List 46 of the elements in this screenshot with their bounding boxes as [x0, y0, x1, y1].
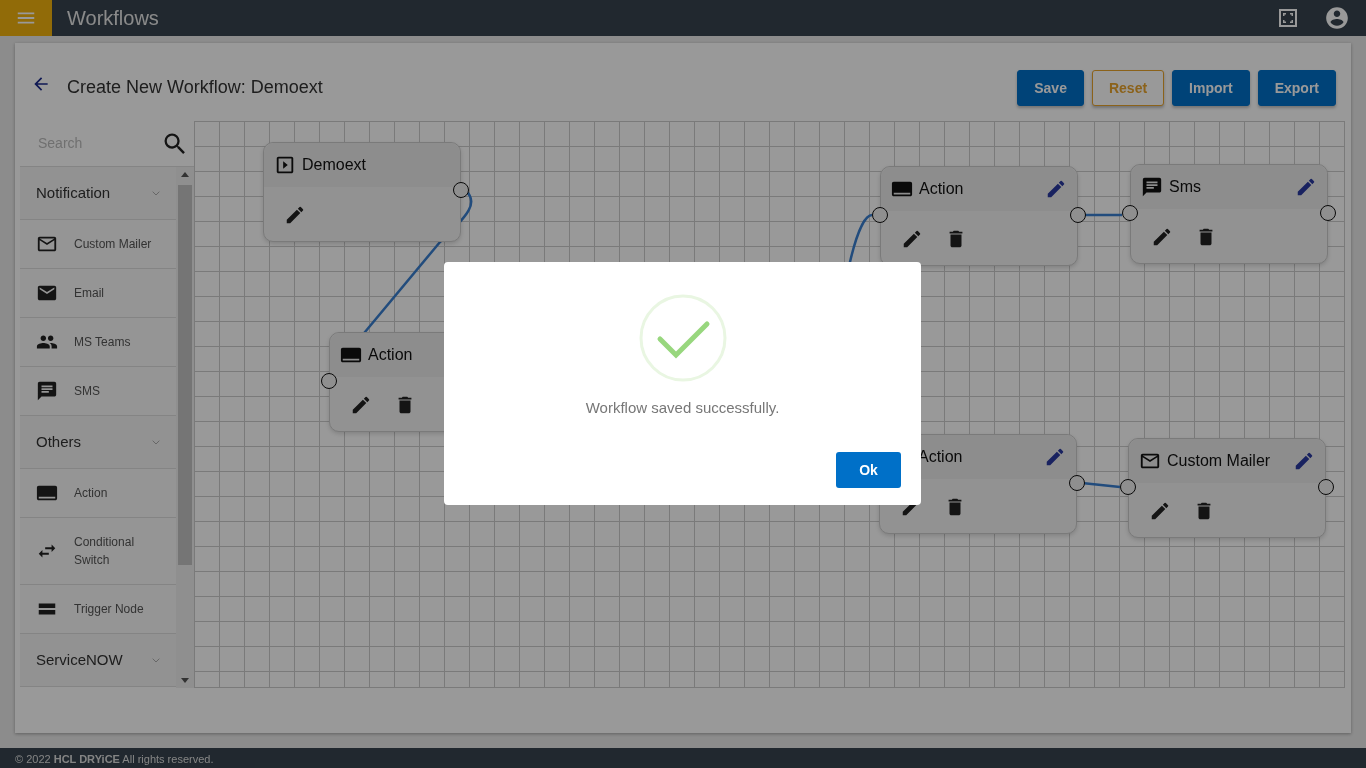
node-title: Demoext — [302, 155, 368, 175]
toolbar-button[interactable]: Import — [1172, 70, 1250, 106]
connection-port[interactable] — [1070, 207, 1086, 223]
checkmark-icon — [637, 293, 728, 383]
palette-item[interactable]: Action — [20, 469, 176, 518]
scrollbar[interactable] — [176, 167, 194, 688]
page-title: Create New Workflow: Demoext — [67, 76, 323, 99]
play-icon — [274, 154, 296, 176]
connection-port[interactable] — [1320, 205, 1336, 221]
connection-port[interactable] — [1318, 479, 1334, 495]
connection-port[interactable] — [453, 182, 469, 198]
palette-item[interactable]: Conditional Switch — [20, 518, 176, 585]
chat-icon — [36, 380, 58, 402]
dialog-message: Workflow saved successfully. — [585, 398, 780, 418]
palette-group[interactable]: Others — [20, 416, 176, 469]
app-title: Workflows — [67, 6, 159, 31]
palette-group[interactable]: ServiceNOW — [20, 634, 176, 687]
connector-line — [1083, 213, 1122, 217]
workflow-node[interactable]: Action — [880, 166, 1078, 266]
toolbar-button[interactable]: Save — [1017, 70, 1084, 106]
workflow-node[interactable]: Demoext — [263, 142, 461, 242]
node-title: Action — [368, 345, 414, 365]
connection-port[interactable] — [872, 207, 888, 223]
palette-item[interactable]: SMS — [20, 367, 176, 416]
fullscreen-icon — [1276, 6, 1300, 30]
fullscreen-button[interactable] — [1276, 6, 1300, 30]
connection-port[interactable] — [1069, 475, 1085, 491]
node-title: Action — [919, 179, 965, 199]
toolbar-button[interactable]: Export — [1257, 70, 1336, 106]
connection-port[interactable] — [1120, 479, 1136, 495]
palette-item[interactable]: Email — [20, 269, 176, 318]
copyright-text: © 2022 HCL DRYiCE All rights reserved. — [15, 753, 214, 765]
palette-group[interactable]: Notification — [20, 167, 176, 220]
node-title: Custom Mailer — [1167, 451, 1272, 471]
palette-item[interactable]: MS Teams — [20, 318, 176, 367]
workflow-node[interactable]: Sms — [1130, 164, 1328, 264]
chat-icon — [1141, 176, 1163, 198]
ok-button[interactable]: Ok — [836, 452, 901, 488]
workflow-node[interactable]: Custom Mailer — [1128, 438, 1326, 538]
palette-item[interactable]: Trigger Node — [20, 585, 176, 634]
account-icon — [1324, 5, 1350, 31]
palette-item[interactable]: Custom Mailer — [20, 220, 176, 269]
account-button[interactable] — [1324, 5, 1350, 31]
node-title: Sms — [1169, 177, 1202, 197]
connection-port[interactable] — [1122, 205, 1138, 221]
connection-port[interactable] — [321, 373, 337, 389]
